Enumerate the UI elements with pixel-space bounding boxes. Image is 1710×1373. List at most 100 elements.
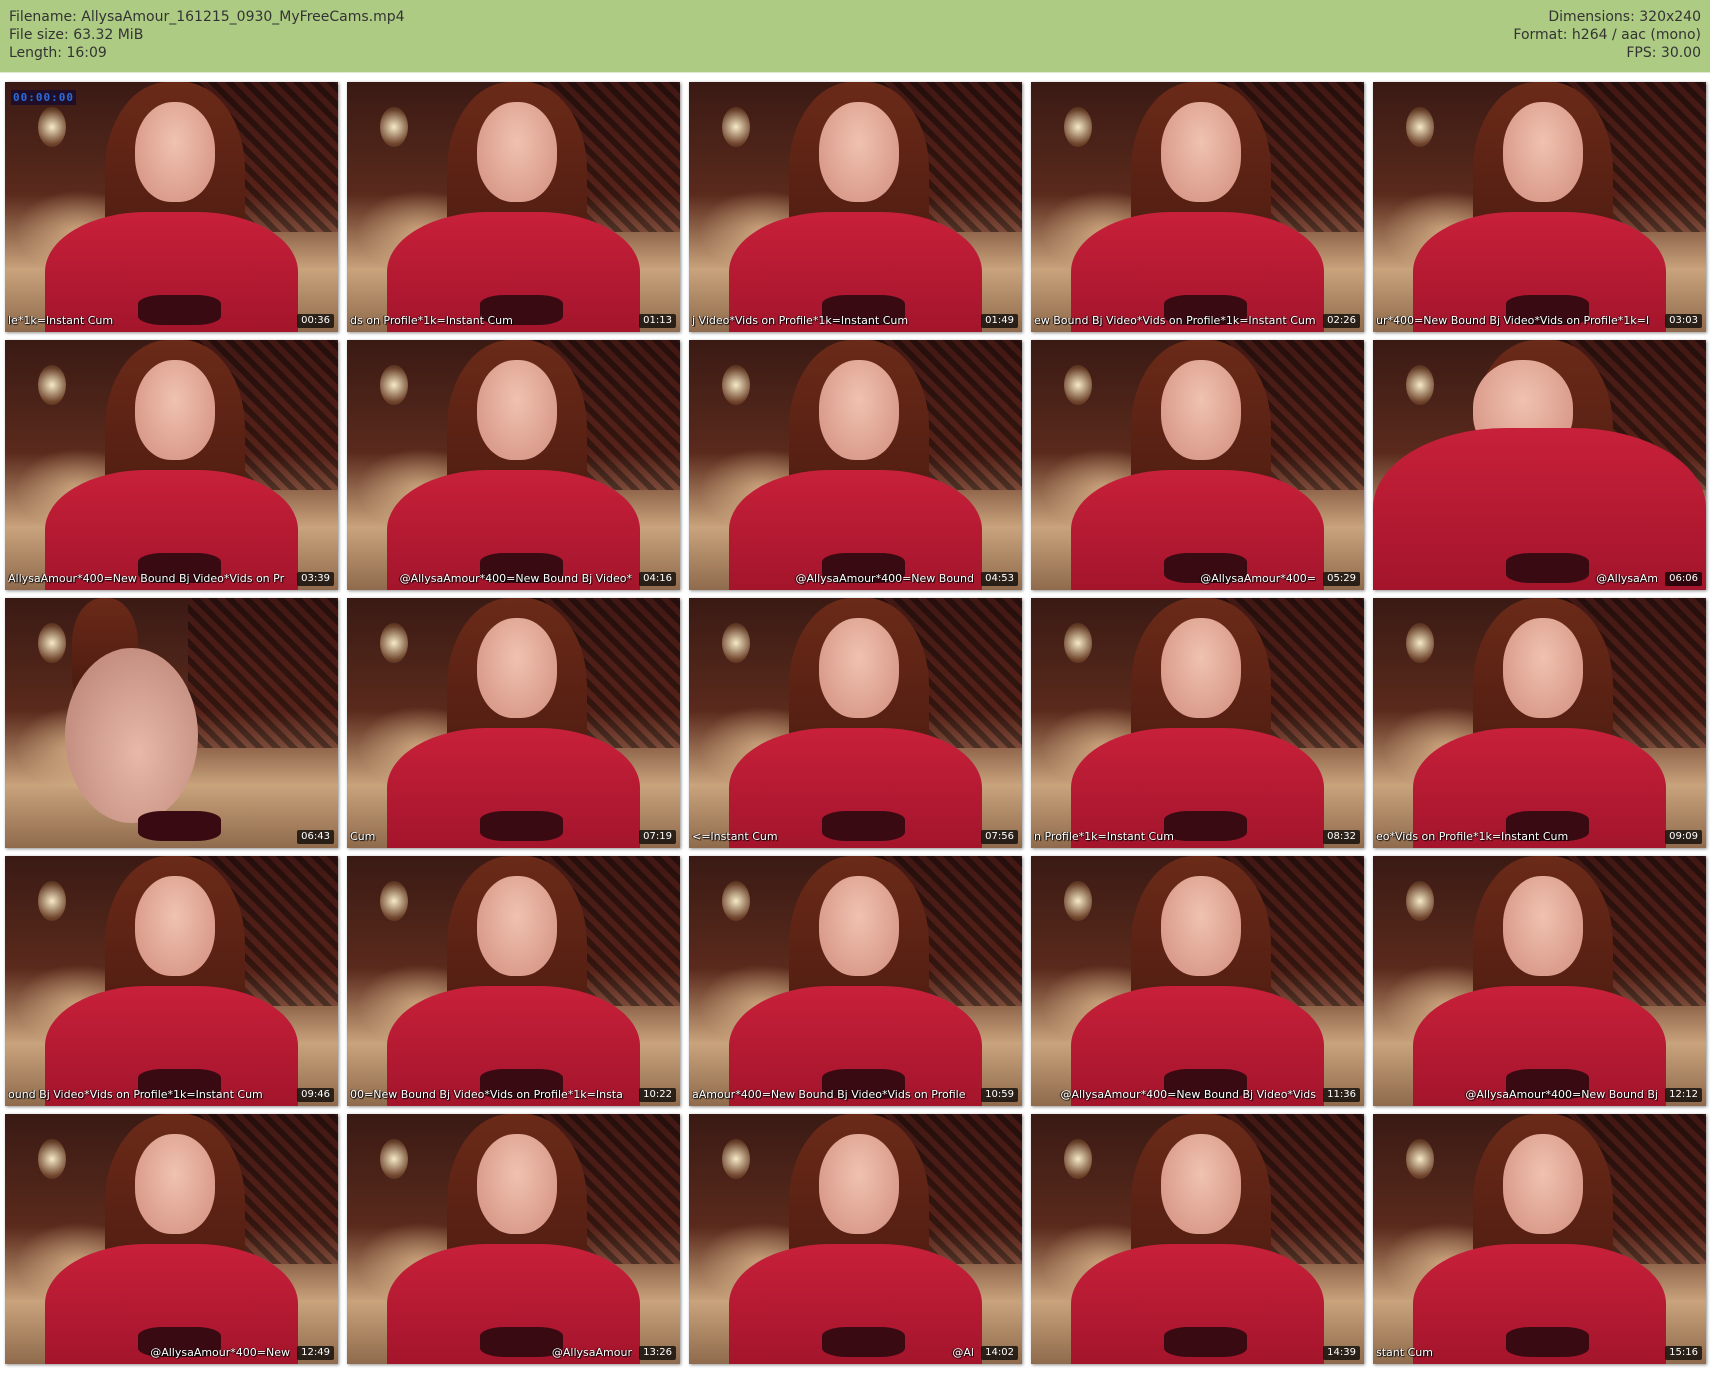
video-thumbnail[interactable]: @AllysaAmour 13:26 — [347, 1114, 680, 1364]
thumbnail-timestamp: 05:29 — [1323, 572, 1360, 586]
thumbnail-caption: @AllysaAmour*400=New Bound Bj Video* — [399, 572, 632, 585]
video-thumbnail[interactable]: @AllysaAmour*400=New 12:49 — [5, 1114, 338, 1364]
video-thumbnail[interactable]: @AllysaAmour*400= 05:29 — [1031, 340, 1364, 590]
frame-lamp — [38, 365, 67, 405]
frame-lamp — [38, 623, 67, 663]
frame-lamp — [722, 881, 751, 921]
video-thumbnail[interactable]: @Al 14:02 — [689, 1114, 1022, 1364]
frame-lamp — [1064, 623, 1093, 663]
frame-face — [818, 102, 899, 202]
thumbnail-timestamp: 07:19 — [639, 830, 676, 844]
frame-face — [818, 360, 899, 460]
video-thumbnail[interactable]: AllysaAmour*400=New Bound Bj Video*Vids … — [5, 340, 338, 590]
thumbnail-caption: ound Bj Video*Vids on Profile*1k=Instant… — [8, 1088, 263, 1101]
frame-face — [476, 876, 557, 976]
video-thumbnail[interactable]: eo*Vids on Profile*1k=Instant Cum 09:09 — [1373, 598, 1706, 848]
thumbnail-caption: 00=New Bound Bj Video*Vids on Profile*1k… — [350, 1088, 623, 1101]
thumbnail-timestamp: 07:56 — [981, 830, 1018, 844]
thumbnail-timestamp: 08:32 — [1323, 830, 1360, 844]
thumbnail-caption: eo*Vids on Profile*1k=Instant Cum — [1376, 830, 1569, 843]
frame-lamp — [380, 881, 409, 921]
video-thumbnail[interactable]: 06:43 — [5, 598, 338, 848]
thumbnail-timestamp: 12:49 — [297, 1346, 334, 1360]
thumbnail-caption: ew Bound Bj Video*Vids on Profile*1k=Ins… — [1034, 314, 1316, 327]
video-thumbnail[interactable]: @AllysaAmour*400=New Bound Bj 12:12 — [1373, 856, 1706, 1106]
thumbnail-caption: @AllysaAmour*400=New Bound Bj Video*Vids — [1060, 1088, 1316, 1101]
video-thumbnail[interactable]: ound Bj Video*Vids on Profile*1k=Instant… — [5, 856, 338, 1106]
thumbnail-caption: @AllysaAmour — [551, 1346, 632, 1359]
video-thumbnail[interactable]: <=Instant Cum 07:56 — [689, 598, 1022, 848]
thumbnail-caption: le*1k=Instant Cum — [8, 314, 114, 327]
frame-lamp — [1406, 107, 1435, 147]
thumbnail-timestamp: 06:43 — [297, 830, 334, 844]
frame-shirt-logo — [1164, 1326, 1248, 1357]
frame-face — [476, 360, 557, 460]
thumbnail-caption: ds on Profile*1k=Instant Cum — [350, 314, 513, 327]
thumbnail-caption: aAmour*400=New Bound Bj Video*Vids on Pr… — [692, 1088, 966, 1101]
thumbnail-timestamp: 09:09 — [1665, 830, 1702, 844]
frame-lamp — [1064, 107, 1093, 147]
file-info: Filename: AllysaAmour_161215_0930_MyFree… — [9, 8, 405, 62]
thumbnail-caption: <=Instant Cum — [692, 830, 778, 843]
frame-face — [1502, 1134, 1583, 1234]
thumbnail-caption: j Video*Vids on Profile*1k=Instant Cum — [692, 314, 909, 327]
video-thumbnail[interactable]: 14:39 — [1031, 1114, 1364, 1364]
clock-overlay: 00:00:00 — [11, 90, 76, 105]
thumbnail-timestamp: 03:03 — [1665, 314, 1702, 328]
frame-face — [134, 102, 215, 202]
thumbnail-timestamp: 01:13 — [639, 314, 676, 328]
frame-shirt-logo — [138, 810, 222, 841]
frame-lamp — [380, 365, 409, 405]
video-thumbnail[interactable]: @AllysaAmour*400=New Bound Bj Video*Vids… — [1031, 856, 1364, 1106]
frame-lamp — [380, 107, 409, 147]
thumbnail-caption: @AllysaAmour*400=New Bound Bj — [1465, 1088, 1658, 1101]
video-thumbnail[interactable]: @AllysaAmour*400=New Bound Bj Video* 04:1… — [347, 340, 680, 590]
thumbnail-caption: stant Cum — [1376, 1346, 1433, 1359]
filesize-text: File size: 63.32 MiB — [9, 27, 144, 43]
video-thumbnail[interactable]: 00=New Bound Bj Video*Vids on Profile*1k… — [347, 856, 680, 1106]
frame-lamp — [38, 881, 67, 921]
frame-face — [1160, 618, 1241, 718]
video-thumbnail[interactable]: 00:00:00 le*1k=Instant Cum 00:36 — [5, 82, 338, 332]
video-thumbnail[interactable]: @AllysaAm 06:06 — [1373, 340, 1706, 590]
frame-face — [818, 618, 899, 718]
frame-face — [1502, 102, 1583, 202]
info-header: Filename: AllysaAmour_161215_0930_MyFree… — [0, 0, 1710, 73]
frame-lamp — [38, 1139, 67, 1179]
format-text: Format: h264 / aac (mono) — [1513, 27, 1701, 43]
frame-face — [1160, 1134, 1241, 1234]
frame-lamp — [1406, 1139, 1435, 1179]
thumbnail-timestamp: 11:36 — [1323, 1088, 1360, 1102]
thumbnail-caption: @Al — [952, 1346, 974, 1359]
video-thumbnail[interactable]: ds on Profile*1k=Instant Cum 01:13 — [347, 82, 680, 332]
frame-bg-pattern — [188, 598, 338, 748]
video-thumbnail[interactable]: stant Cum 15:16 — [1373, 1114, 1706, 1364]
thumbnail-timestamp: 06:06 — [1665, 572, 1702, 586]
video-thumbnail[interactable]: aAmour*400=New Bound Bj Video*Vids on Pr… — [689, 856, 1022, 1106]
thumbnail-timestamp: 00:36 — [297, 314, 334, 328]
dimensions-text: Dimensions: 320x240 — [1548, 9, 1701, 25]
frame-face — [476, 1134, 557, 1234]
frame-lamp — [38, 107, 67, 147]
frame-face — [1160, 102, 1241, 202]
video-thumbnail[interactable]: @AllysaAmour*400=New Bound 04:53 — [689, 340, 1022, 590]
video-thumbnail[interactable]: j Video*Vids on Profile*1k=Instant Cum 01… — [689, 82, 1022, 332]
thumbnail-timestamp: 04:16 — [639, 572, 676, 586]
frame-face — [1502, 876, 1583, 976]
video-thumbnail[interactable]: Cum 07:19 — [347, 598, 680, 848]
thumbnail-grid: 00:00:00 le*1k=Instant Cum 00:36 ds on Prof… — [5, 82, 1706, 1364]
video-thumbnail[interactable]: ur*400=New Bound Bj Video*Vids on Profil… — [1373, 82, 1706, 332]
frame-lamp — [1406, 365, 1435, 405]
frame-face — [476, 618, 557, 718]
thumbnail-timestamp: 10:59 — [981, 1088, 1018, 1102]
frame-lamp — [722, 1139, 751, 1179]
thumbnail-timestamp: 09:46 — [297, 1088, 334, 1102]
length-text: Length: 16:09 — [9, 45, 107, 61]
thumbnail-timestamp: 14:39 — [1323, 1346, 1360, 1360]
frame-lamp — [1406, 623, 1435, 663]
thumbnail-caption: AllysaAmour*400=New Bound Bj Video*Vids … — [8, 572, 285, 585]
video-thumbnail[interactable]: ew Bound Bj Video*Vids on Profile*1k=Ins… — [1031, 82, 1364, 332]
fps-text: FPS: 30.00 — [1626, 45, 1701, 61]
thumbnail-caption: Cum — [350, 830, 376, 843]
video-thumbnail[interactable]: n Profile*1k=Instant Cum 08:32 — [1031, 598, 1364, 848]
